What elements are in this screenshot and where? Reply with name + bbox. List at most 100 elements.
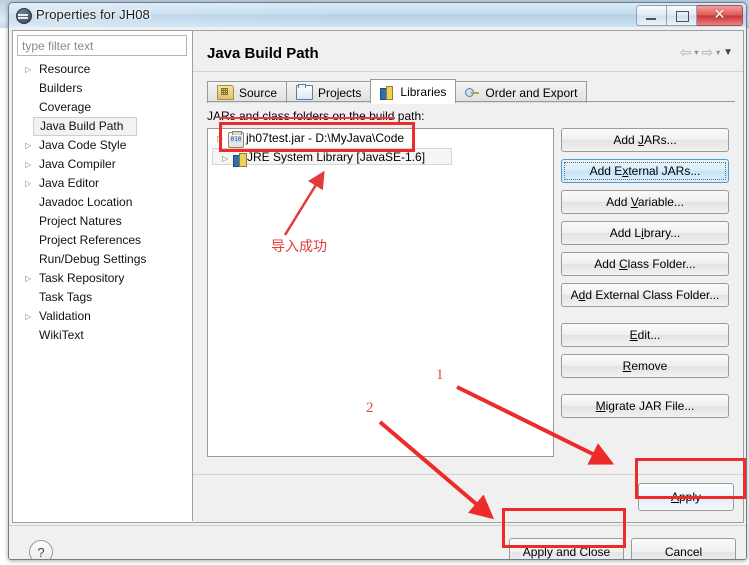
back-arrow-icon[interactable]: ⇦ (680, 45, 692, 59)
button-label: Add External Class Folder... (570, 288, 720, 302)
sidebar-item-javadoc-location[interactable]: Javadoc Location (13, 193, 193, 212)
sidebar-item-label: Java Compiler (39, 157, 116, 171)
sidebar-item-coverage[interactable]: Coverage (13, 98, 193, 117)
migrate-jar-file-button[interactable]: Migrate JAR File... (561, 394, 729, 418)
tab-libraries[interactable]: Libraries (370, 79, 457, 104)
jre-library-icon (233, 152, 247, 167)
filter-placeholder: type filter text (22, 39, 94, 53)
chevron-right-icon: ▷ (25, 160, 32, 169)
chevron-right-icon: ▷ (25, 141, 32, 150)
add-library-button[interactable]: Add Library... (561, 221, 729, 245)
dialog-body: type filter text ▷ Resource Builders Cov… (9, 27, 746, 560)
chevron-right-icon: ▷ (25, 65, 32, 74)
button-label: Migrate JAR File... (595, 399, 695, 413)
edit-button[interactable]: Edit... (561, 323, 729, 347)
cancel-button[interactable]: Cancel (631, 538, 736, 559)
sidebar-item-validation[interactable]: ▷ Validation (13, 307, 193, 326)
apply-and-close-button[interactable]: Apply and Close (509, 538, 624, 559)
sidebar-item-task-repository[interactable]: ▷ Task Repository (13, 269, 193, 288)
button-label: Cancel (664, 545, 703, 559)
help-glyph: ? (37, 544, 45, 560)
dialog-footer: ? Apply and Close Cancel (9, 525, 746, 560)
button-group-gap (561, 385, 729, 394)
apply-button[interactable]: Apply (638, 483, 734, 511)
chevron-right-icon: ▷ (25, 274, 32, 283)
jar-icon (228, 131, 244, 148)
sidebar-item-label: Project Natures (39, 214, 122, 228)
sidebar-item-label: Java Code Style (39, 138, 127, 152)
add-class-folder-button[interactable]: Add Class Folder... (561, 252, 729, 276)
sidebar-item-project-natures[interactable]: Project Natures (13, 212, 193, 231)
window-titlebar: Properties for JH08 ✕ (9, 3, 746, 28)
sidebar-item-label: WikiText (39, 328, 84, 342)
libraries-icon (380, 85, 395, 100)
add-external-jars-button[interactable]: Add External JARs... (561, 159, 729, 183)
java-build-path-page: Java Build Path ⇦ ▾ ⇨ ▾ ▼ Source Project… (193, 30, 744, 523)
view-menu-chevron-down-icon[interactable]: ▼ (723, 47, 733, 58)
sidebar-item-java-code-style[interactable]: ▷ Java Code Style (13, 136, 193, 155)
chevron-right-icon[interactable]: ▷ (217, 129, 223, 148)
add-jars-button[interactable]: Add JARs... (561, 128, 729, 152)
screenshot-root: Properties for JH08 ✕ type filter text ▷… (0, 0, 749, 565)
sidebar-item-java-compiler[interactable]: ▷ Java Compiler (13, 155, 193, 174)
sidebar-item-label: Java Editor (39, 176, 100, 190)
window-controls: ✕ (636, 5, 743, 26)
sidebar-item-java-editor[interactable]: ▷ Java Editor (13, 174, 193, 193)
sidebar-item-run-debug-settings[interactable]: Run/Debug Settings (13, 250, 193, 269)
projects-folder-icon (296, 84, 314, 100)
sidebar-item-label: Task Repository (39, 271, 125, 285)
sidebar-item-java-build-path[interactable]: Java Build Path (33, 117, 137, 136)
help-icon[interactable]: ? (29, 540, 53, 560)
tab-order-and-export[interactable]: Order and Export (455, 81, 588, 103)
list-item-label: jh07test.jar - D:\MyJava\Code (246, 131, 405, 145)
tab-projects[interactable]: Projects (286, 81, 372, 103)
button-label: Add Variable... (606, 195, 684, 209)
title-divider (193, 71, 743, 72)
tab-source[interactable]: Source (207, 81, 288, 103)
libraries-list[interactable]: ▷ jh07test.jar - D:\MyJava\Code ▷ JRE Sy… (207, 128, 554, 457)
filter-input[interactable]: type filter text (17, 35, 187, 56)
forward-arrow-icon[interactable]: ⇨ (701, 45, 713, 59)
apply-divider (193, 474, 743, 475)
source-folder-icon (217, 85, 234, 100)
sidebar-item-label: Builders (39, 81, 83, 95)
close-icon: ✕ (713, 7, 726, 23)
sidebar-item-label: Project References (39, 233, 142, 247)
settings-tree-pane: type filter text ▷ Resource Builders Cov… (12, 30, 193, 523)
maximize-icon (676, 11, 689, 22)
button-label: Add JARs... (613, 133, 677, 147)
forward-menu-chevron-down-icon[interactable]: ▾ (716, 48, 720, 57)
tab-label: Projects (318, 85, 362, 100)
sidebar-item-builders[interactable]: Builders (13, 79, 193, 98)
sidebar-item-resource[interactable]: ▷ Resource (13, 60, 193, 79)
sidebar-item-label: Javadoc Location (39, 195, 133, 209)
close-button[interactable]: ✕ (697, 5, 743, 26)
sidebar-item-project-references[interactable]: Project References (13, 231, 193, 250)
maximize-button[interactable] (667, 5, 697, 26)
sidebar-item-label: Resource (39, 62, 91, 76)
button-label: Edit... (629, 328, 661, 342)
list-item-jre-system-library[interactable]: ▷ JRE System Library [JavaSE-1.6] (212, 148, 452, 168)
tab-label: Order and Export (485, 85, 578, 100)
back-menu-chevron-down-icon[interactable]: ▾ (694, 48, 698, 57)
window-title: Properties for JH08 (36, 7, 150, 22)
add-external-class-folder-button[interactable]: Add External Class Folder... (561, 283, 729, 307)
tab-label: Libraries (400, 84, 447, 99)
add-variable-button[interactable]: Add Variable... (561, 190, 729, 214)
properties-dialog: Properties for JH08 ✕ type filter text ▷… (8, 2, 747, 560)
button-label: Apply and Close (522, 545, 611, 559)
sidebar-item-task-tags[interactable]: Task Tags (13, 288, 193, 307)
sidebar-item-label: Coverage (39, 100, 92, 114)
page-title: Java Build Path (207, 45, 319, 62)
minimize-button[interactable] (636, 5, 667, 26)
remove-button[interactable]: Remove (561, 354, 729, 378)
chevron-right-icon[interactable]: ▷ (222, 149, 228, 168)
list-item-jar[interactable]: ▷ jh07test.jar - D:\MyJava\Code (208, 129, 553, 148)
chevron-right-icon: ▷ (25, 312, 32, 321)
sidebar-item-wikitext[interactable]: WikiText (13, 326, 193, 345)
tab-underline (207, 101, 735, 102)
sidebar-item-label: Run/Debug Settings (39, 252, 147, 266)
list-item-label: JRE System Library [JavaSE-1.6] (247, 150, 426, 164)
settings-tree: ▷ Resource Builders Coverage Java Build … (13, 60, 193, 345)
button-label: Remove (622, 359, 668, 373)
